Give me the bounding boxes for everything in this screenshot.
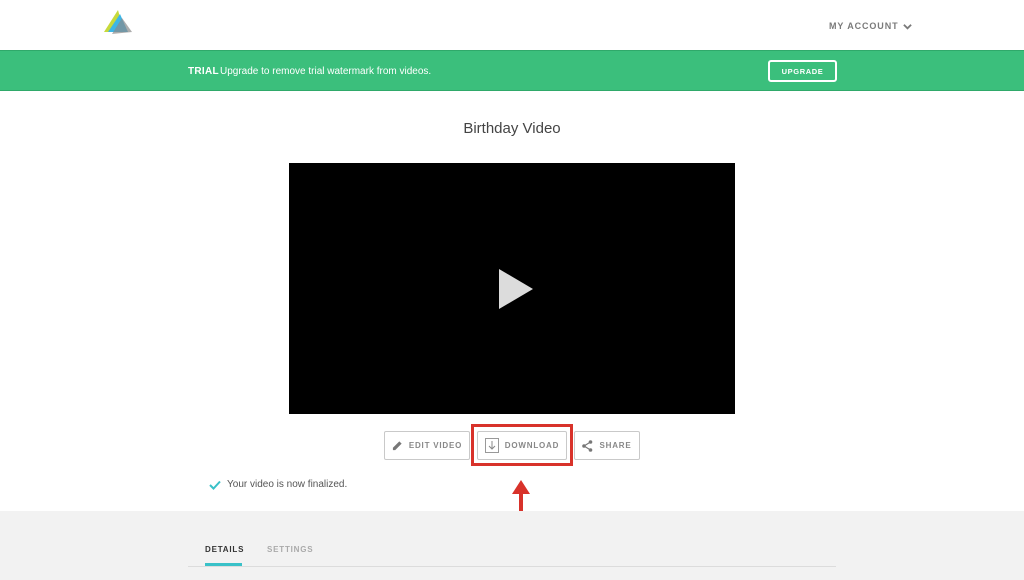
tab-bar: DETAILS SETTINGS bbox=[188, 541, 836, 567]
my-account-label: MY ACCOUNT bbox=[829, 21, 899, 31]
page-title: Birthday Video bbox=[463, 120, 561, 137]
finalized-message: Your video is now finalized. bbox=[227, 479, 348, 490]
pencil-icon bbox=[392, 441, 402, 451]
edit-video-button[interactable]: EDIT VIDEO bbox=[384, 431, 470, 460]
header: MY ACCOUNT bbox=[0, 0, 1024, 50]
video-player[interactable] bbox=[289, 163, 735, 414]
chevron-down-icon bbox=[902, 23, 912, 30]
trial-banner: TRIAL Upgrade to remove trial watermark … bbox=[0, 50, 1024, 91]
trial-message: Upgrade to remove trial watermark from v… bbox=[220, 66, 432, 77]
checkmark-icon bbox=[209, 480, 221, 490]
share-icon bbox=[582, 439, 593, 452]
tab-details[interactable]: DETAILS bbox=[205, 545, 244, 554]
my-account-menu[interactable]: MY ACCOUNT bbox=[829, 21, 912, 31]
finalized-status: Your video is now finalized. bbox=[209, 479, 347, 490]
download-icon bbox=[484, 438, 499, 453]
share-button[interactable]: SHARE bbox=[574, 431, 640, 460]
upgrade-button[interactable]: UPGRADE bbox=[768, 60, 837, 82]
logo-icon[interactable] bbox=[104, 10, 132, 34]
active-tab-indicator bbox=[205, 563, 242, 566]
details-panel: DETAILS SETTINGS bbox=[0, 511, 1024, 580]
share-label: SHARE bbox=[599, 441, 632, 450]
edit-video-label: EDIT VIDEO bbox=[408, 441, 463, 450]
trial-badge: TRIAL bbox=[188, 66, 219, 77]
play-icon[interactable] bbox=[499, 269, 533, 309]
tab-settings[interactable]: SETTINGS bbox=[267, 545, 313, 554]
download-button[interactable]: DOWNLOAD bbox=[477, 431, 567, 460]
download-label: DOWNLOAD bbox=[504, 441, 560, 450]
